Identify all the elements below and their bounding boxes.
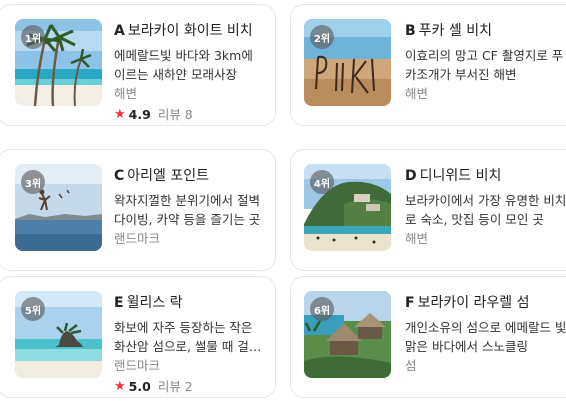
rank-badge: 6위	[310, 297, 334, 321]
place-category: 랜드마크	[114, 231, 161, 246]
rating-score: 5.0	[128, 379, 151, 394]
place-description: 개인소유의 섬으로 에메랄드 빛 맑은 바다에서 스노클링	[405, 320, 566, 354]
place-card-b[interactable]: 2위 B 푸카 셸 비치 이효리의 망고 CF 촬영지로 푸카조개가 부서진 해변…	[290, 4, 566, 126]
place-letter: A	[114, 23, 125, 39]
place-letter: D	[405, 168, 417, 184]
place-title: F 보라카이 라우렐 섬	[405, 293, 566, 313]
rank-badge: 3위	[21, 170, 45, 194]
review-count: 리뷰 2	[157, 379, 193, 394]
place-thumbnail: 4위	[304, 164, 391, 251]
place-letter: C	[114, 168, 125, 184]
place-rating: ★ 4.9 리뷰 8	[114, 106, 265, 124]
place-card-c[interactable]: 3위 C 아리엘 포인트 왁자지껄한 분위기에서 절벽 다이빙, 카약 등을 즐기…	[0, 149, 276, 271]
place-category: 해변	[405, 86, 429, 101]
place-description: 왁자지껄한 분위기에서 절벽 다이빙, 카약 등을 즐기는 곳	[114, 193, 261, 227]
place-card-d[interactable]: 4위 D 디니위드 비치 보라카이에서 가장 유명한 비치로 숙소, 맛집 등이 …	[290, 149, 566, 271]
place-thumbnail: 3위	[15, 164, 102, 251]
rank-badge: 2위	[310, 25, 334, 49]
star-icon: ★	[114, 379, 126, 394]
place-letter: B	[405, 23, 416, 39]
place-thumbnail: 1위	[15, 19, 102, 106]
place-thumbnail: 2위	[304, 19, 391, 106]
place-card-a[interactable]: 1위 A 보라카이 화이트 비치 에메랄드빛 바다와 3km에 이르는 새하얀 모…	[0, 4, 276, 126]
place-rating: ★ 5.0 리뷰 2	[114, 378, 265, 396]
place-title: B 푸카 셸 비치	[405, 21, 566, 41]
place-title: D 디니위드 비치	[405, 166, 566, 186]
place-name: 푸카 셸 비치	[418, 23, 492, 39]
place-title: C 아리엘 포인트	[114, 166, 265, 186]
place-card-e[interactable]: 5위 E 윌리스 락 화보에 자주 등장하는 작은 화산암 섬으로, 썰물 때 걸…	[0, 276, 276, 398]
rank-badge: 4위	[310, 170, 334, 194]
star-icon: ★	[114, 107, 126, 122]
place-description: 화보에 자주 등장하는 작은 화산암 섬으로, 썰물 때 걸어갈 수 있는 곳	[114, 320, 261, 354]
rating-score: 4.9	[128, 107, 151, 122]
place-category: 섬	[405, 358, 417, 373]
place-category: 해변	[405, 231, 429, 246]
place-description: 에메랄드빛 바다와 3km에 이르는 새하얀 모래사장	[114, 48, 253, 82]
review-count: 리뷰 8	[157, 107, 193, 122]
place-description: 보라카이에서 가장 유명한 비치로 숙소, 맛집 등이 모인 곳	[405, 193, 566, 227]
place-name: 디니위드 비치	[419, 168, 502, 184]
place-description: 이효리의 망고 CF 촬영지로 푸카조개가 부서진 해변	[405, 48, 564, 82]
place-thumbnail: 6위	[304, 291, 391, 378]
place-name: 윌리스 락	[126, 295, 183, 311]
place-thumbnail: 5위	[15, 291, 102, 378]
place-letter: E	[114, 295, 124, 311]
place-category: 랜드마크	[114, 358, 161, 373]
place-name: 아리엘 포인트	[127, 168, 210, 184]
place-name: 보라카이 라우렐 섬	[417, 295, 530, 311]
rank-badge: 5위	[21, 297, 45, 321]
place-card-f[interactable]: 6위 F 보라카이 라우렐 섬 개인소유의 섬으로 에메랄드 빛 맑은 바다에서 …	[290, 276, 566, 398]
place-title: A 보라카이 화이트 비치	[114, 21, 265, 41]
place-name: 보라카이 화이트 비치	[127, 23, 253, 39]
place-category: 해변	[114, 86, 138, 101]
place-title: E 윌리스 락	[114, 293, 265, 313]
place-letter: F	[405, 295, 415, 311]
rank-badge: 1위	[21, 25, 45, 49]
